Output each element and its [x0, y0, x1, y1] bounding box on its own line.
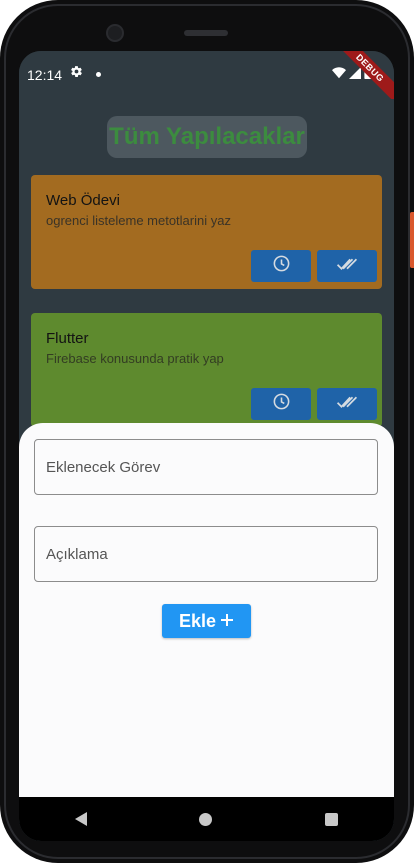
- earpiece-speaker: [184, 30, 228, 36]
- recents-icon[interactable]: [324, 812, 338, 826]
- task-description: ogrenci listeleme metotlarini yaz: [46, 213, 231, 228]
- home-icon[interactable]: [199, 812, 213, 826]
- complete-button[interactable]: [317, 250, 377, 282]
- notification-dot: [96, 72, 101, 77]
- task-card[interactable]: Web Ödevi ogrenci listeleme metotlarini …: [31, 175, 382, 289]
- task-title: Web Ödevi: [46, 192, 120, 209]
- double-check-icon: [336, 256, 358, 277]
- page-title: Tüm Yapılacaklar: [107, 116, 307, 158]
- double-check-icon: [336, 394, 358, 415]
- status-time: 12:14: [27, 67, 63, 83]
- clock-icon: [272, 254, 291, 278]
- add-button[interactable]: Ekle: [162, 604, 251, 638]
- front-camera: [106, 24, 124, 42]
- add-button-label: Ekle: [178, 610, 217, 631]
- add-task-sheet: Ekle: [19, 423, 394, 797]
- app-screen: 12:14 DEBUG Tüm Yapılacaklar Web Ödevi o…: [19, 51, 394, 841]
- plus-icon: [220, 611, 234, 632]
- gear-icon: [70, 65, 83, 82]
- status-bar: 12:14 DEBUG: [19, 51, 394, 107]
- signal-icon: [349, 66, 361, 82]
- complete-button[interactable]: [317, 388, 377, 420]
- side-button: [410, 212, 414, 268]
- snooze-button[interactable]: [251, 388, 311, 420]
- task-description: Firebase konusunda pratik yap: [46, 351, 224, 366]
- system-nav-bar: [19, 797, 394, 841]
- task-name-field[interactable]: [34, 439, 378, 495]
- description-field[interactable]: [34, 526, 378, 582]
- wifi-icon: [332, 66, 346, 82]
- back-icon[interactable]: [75, 812, 88, 826]
- snooze-button[interactable]: [251, 250, 311, 282]
- phone-frame: 12:14 DEBUG Tüm Yapılacaklar Web Ödevi o…: [0, 0, 414, 863]
- clock-icon: [272, 392, 291, 416]
- task-title: Flutter: [46, 330, 89, 347]
- task-card[interactable]: Flutter Firebase konusunda pratik yap: [31, 313, 382, 427]
